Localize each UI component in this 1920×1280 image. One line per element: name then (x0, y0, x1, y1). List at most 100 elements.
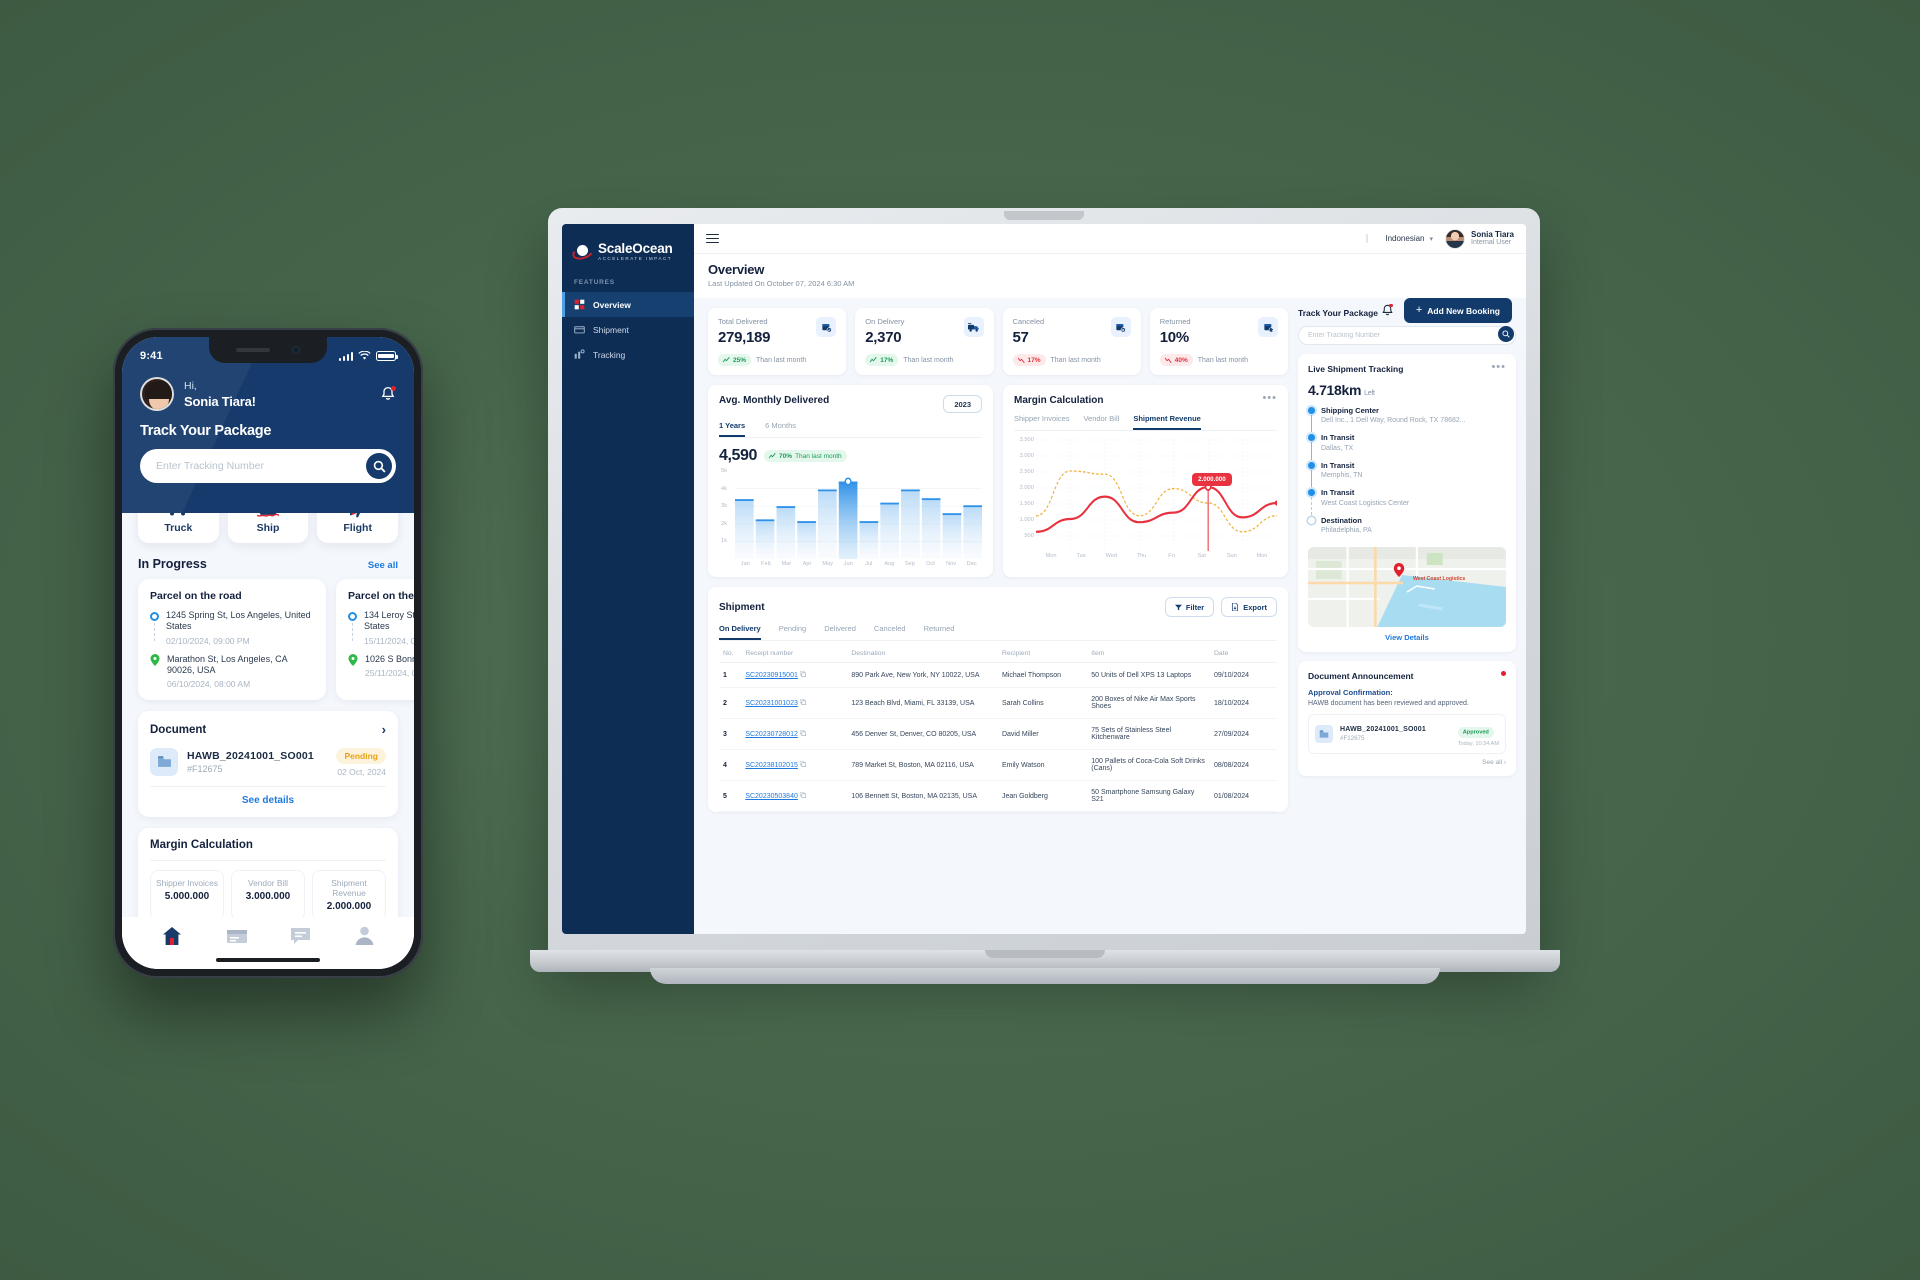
row-receipt[interactable]: SC20230503840 (741, 780, 848, 812)
origin-dot-icon (150, 612, 159, 621)
x-axis-tick: Tue (1076, 553, 1086, 559)
row-receipt[interactable]: SC20230728012 (741, 718, 848, 750)
y-axis-tick: 1k (721, 538, 728, 545)
phone-header: 9:41 Hi, Sonia Tiara! Track Your Package… (122, 337, 414, 513)
brand-logo[interactable]: ScaleOcean ACCELERATE IMPACT (562, 238, 694, 262)
document-icon (1315, 724, 1333, 743)
tab-profile[interactable] (354, 925, 375, 951)
export-icon (1232, 603, 1239, 611)
tab-returned[interactable]: Returned (924, 624, 955, 640)
dashboard-main: Indonesian ▾ Sonia Tiara Internal User O… (694, 224, 1526, 934)
view-details-link[interactable]: View Details (1308, 627, 1506, 642)
row-receipt[interactable]: SC20231001023 (741, 687, 848, 719)
destination-step: 1026 S Bonnie Brae St, Los Angeles 25/11/… (348, 653, 414, 678)
stat-card-on-delivery: On Delivery 2,370 17% Than last month (855, 308, 994, 375)
x-axis-tick: Mon (1256, 553, 1268, 559)
shipment-status-tabs: On Delivery Pending Delivered Canceled Retur… (719, 624, 1277, 641)
greeting-row: Hi, Sonia Tiara! (140, 377, 396, 411)
right-panel: Track Your Package Live Shipment Trackin… (1298, 308, 1516, 934)
tab-chat[interactable] (290, 926, 311, 951)
table-row[interactable]: 2 SC20231001023 123 Beach Blvd, Miami, FL… (719, 687, 1277, 719)
document-row[interactable]: HAWB_20241001_SO001 #F12675 Pending 02 O… (150, 737, 386, 787)
tab-shipment[interactable] (226, 926, 248, 951)
brand-tagline: ACCELERATE IMPACT (598, 255, 673, 261)
tracking-number-input[interactable] (1298, 326, 1516, 345)
chevron-right-icon[interactable]: › (382, 722, 386, 737)
notification-bell-icon[interactable] (380, 386, 396, 402)
tab-vendor-bill[interactable]: Vendor Bill (1083, 414, 1119, 430)
table-row[interactable]: 1 SC20230915001 890 Park Ave, New York, N… (719, 662, 1277, 688)
tab-delivered[interactable]: Delivered (824, 624, 856, 640)
mode-truck[interactable]: Truck (138, 513, 219, 543)
table-row[interactable]: 3 SC20230728012 456 Denver St, Denver, CO… (719, 718, 1277, 750)
more-options-icon[interactable]: ••• (1262, 393, 1277, 403)
copy-icon (799, 760, 806, 767)
mode-flight[interactable]: Flight (317, 513, 399, 543)
document-id: #F12675 (1340, 734, 1365, 742)
tab-shipper-invoices[interactable]: Shipper Invoices (1014, 414, 1069, 430)
charts-row: Avg. Monthly Delivered 2023 1 Years 6 Mo… (708, 385, 1288, 577)
more-options-icon[interactable]: ••• (1491, 362, 1506, 372)
stat-card-group: Total Delivered 279,189 25% Than last mo… (708, 308, 1288, 375)
filter-button[interactable]: Filter (1164, 597, 1215, 617)
wifi-icon (358, 351, 371, 360)
see-all-link[interactable]: See all (368, 560, 398, 571)
margin-cell: Shipment Revenue 2.000.000 (312, 870, 386, 917)
search-icon (373, 460, 386, 473)
x-axis-tick: Apr (802, 561, 812, 567)
progress-card[interactable]: Parcel on the road 1245 Spring St, Los An… (138, 579, 326, 700)
avatar[interactable] (140, 377, 174, 411)
tab-pending[interactable]: Pending (779, 624, 807, 640)
dashboard-screen: ScaleOcean ACCELERATE IMPACT FEATURES Ov… (562, 224, 1526, 934)
tracking-number-input[interactable] (140, 449, 396, 483)
hamburger-menu-icon[interactable] (706, 231, 719, 246)
sidebar-item-tracking[interactable]: Tracking (562, 342, 694, 367)
step-status: Destination (1321, 515, 1362, 525)
timeline-dot-icon (1308, 461, 1315, 469)
tab-1-years[interactable]: 1 Years (719, 421, 746, 437)
x-axis-tick: Sep (904, 561, 915, 567)
sidebar-item-shipment[interactable]: Shipment (562, 317, 694, 342)
tab-shipment-revenue[interactable]: Shipment Revenue (1133, 414, 1201, 430)
language-selector[interactable]: Indonesian ▾ (1366, 234, 1433, 243)
shipment-icon (226, 929, 247, 943)
box-x-icon (1110, 317, 1131, 337)
row-date: 27/09/2024 (1210, 718, 1277, 750)
see-all-link[interactable]: See all › (1308, 759, 1506, 766)
front-camera-icon (292, 346, 300, 354)
see-details-link[interactable]: See details (150, 787, 386, 806)
search-button[interactable] (1498, 325, 1514, 342)
add-new-booking-button[interactable]: + Add New Booking (1403, 298, 1512, 323)
row-receipt[interactable]: SC20238102015 (741, 749, 848, 781)
y-axis-tick: 2.000 (1019, 485, 1034, 491)
status-badge: 40% (1159, 354, 1193, 366)
sidebar-item-overview[interactable]: Overview (562, 292, 694, 318)
table-header-row: No. Receipt number Destination Recipient Ite… (719, 645, 1277, 663)
dashboard-content: Total Delivered 279,189 25% Than last mo… (694, 298, 1526, 934)
step-detail: Dell Inc., 1 Dell Way, Round Rock, TX 78… (1321, 417, 1466, 425)
year-selector[interactable]: 2023 (943, 395, 982, 413)
y-axis-tick: 500 (1024, 533, 1034, 539)
x-axis-tick: Oct (926, 561, 935, 567)
destination-pin-icon (150, 653, 160, 666)
tab-home[interactable] (161, 925, 183, 952)
live-tracking-title: Live Shipment Tracking (1308, 364, 1404, 374)
ship-icon (228, 513, 309, 519)
row-receipt[interactable]: SC20230915001 (741, 662, 848, 688)
table-row[interactable]: 4 SC20238102015 789 Market St, Boston, MA… (719, 749, 1277, 781)
tab-canceled[interactable]: Canceled (874, 624, 906, 640)
progress-card[interactable]: Parcel on the road 134 Leroy St, New York… (336, 579, 414, 700)
tracking-map[interactable]: West Coast Logistics (1308, 546, 1506, 627)
column-header: Recipient (997, 645, 1088, 663)
announcement-document-row[interactable]: HAWB_20241001_SO001 #F12675 Approved Tod… (1308, 713, 1506, 754)
home-indicator (216, 958, 320, 962)
search-button[interactable] (366, 453, 392, 479)
user-menu[interactable]: Sonia Tiara Internal User (1445, 228, 1514, 249)
notification-bell-icon[interactable] (1381, 304, 1394, 317)
mode-ship[interactable]: Ship (227, 513, 309, 543)
tab-on-delivery[interactable]: On Delivery (719, 624, 761, 640)
export-button[interactable]: Export (1221, 597, 1277, 617)
tab-6-months[interactable]: 6 Months (765, 421, 796, 437)
page-header: Overview Last Updated On October 07, 202… (694, 254, 1526, 323)
table-row[interactable]: 5 SC20230503840 106 Bennett St, Boston, M… (719, 780, 1277, 812)
